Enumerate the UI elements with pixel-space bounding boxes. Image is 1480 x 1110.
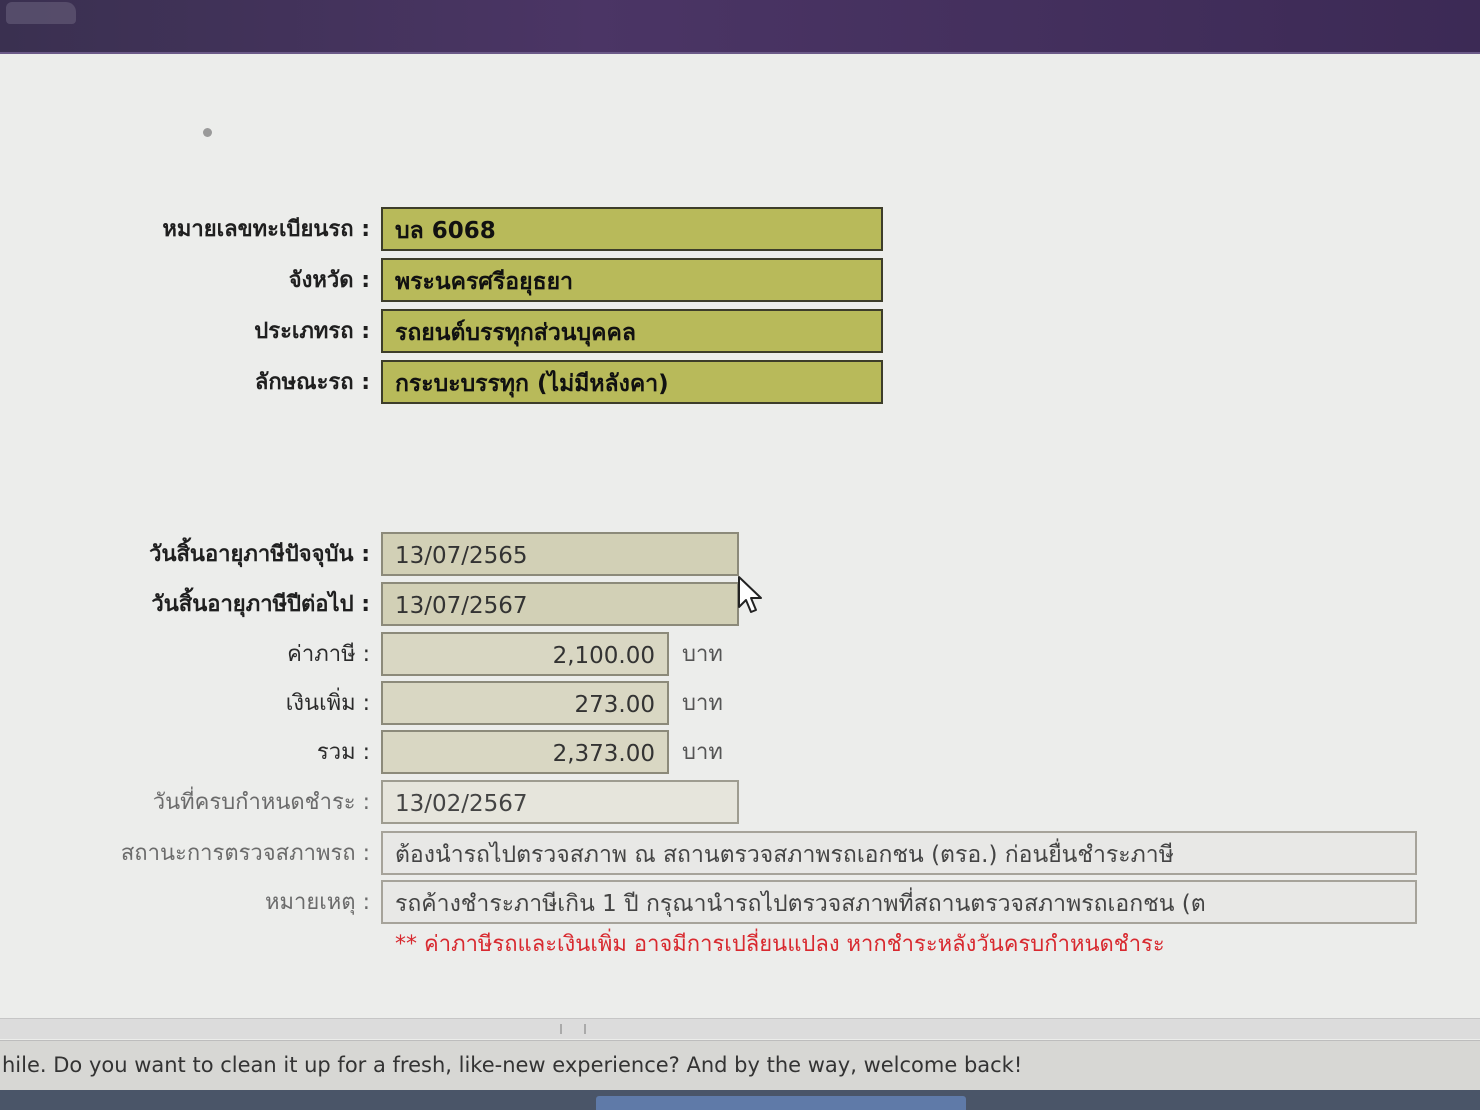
- mouse-pointer-icon: [738, 576, 762, 613]
- vehicle-type-label: ประเภทรถ :: [254, 319, 370, 344]
- taskbar-active-window[interactable]: [596, 1096, 966, 1110]
- current-expiry-field: 13/07/2565: [381, 532, 739, 576]
- vehicle-type-row: ประเภทรถ : รถยนต์บรรทุกส่วนบุคคล: [0, 309, 1480, 355]
- notification-bar: hile. Do you want to clean it up for a f…: [0, 1040, 1480, 1091]
- next-expiry-label: วันสิ้นอายุภาษีปีต่อไป :: [151, 592, 370, 617]
- taskbar: [0, 1090, 1480, 1110]
- tax-amount-field: 2,100.00: [381, 632, 669, 676]
- remark-row: หมายเหตุ : รถค้างชำระภาษีเกิน 1 ปี กรุณา…: [0, 880, 1480, 926]
- plate-field: บล 6068: [381, 207, 883, 251]
- tax-amount-unit: บาท: [682, 642, 723, 667]
- due-date-label: วันที่ครบกำหนดชำระ :: [152, 790, 370, 815]
- current-expiry-label: วันสิ้นอายุภาษีปัจจุบัน :: [149, 542, 370, 567]
- notification-text: hile. Do you want to clean it up for a f…: [2, 1053, 1023, 1077]
- inspection-field: ต้องนำรถไปตรวจสภาพ ณ สถานตรวจสภาพรถเอกชน…: [381, 831, 1417, 875]
- body-type-row: ลักษณะรถ : กระบะบรรทุก (ไม่มีหลังคา): [0, 360, 1480, 406]
- vehicle-type-field: รถยนต์บรรทุกส่วนบุคคล: [381, 309, 883, 353]
- scrollbar-grip[interactable]: [560, 1024, 586, 1034]
- body-type-label: ลักษณะรถ :: [254, 370, 370, 395]
- surcharge-label: เงินเพิ่ม :: [285, 691, 370, 716]
- current-expiry-row: วันสิ้นอายุภาษีปัจจุบัน : 13/07/2565: [0, 532, 1480, 578]
- plate-label: หมายเลขทะเบียนรถ :: [162, 217, 370, 242]
- fee-change-warning: ** ค่าภาษีรถและเงินเพิ่ม อาจมีการเปลี่ยน…: [395, 932, 1165, 957]
- tax-amount-label: ค่าภาษี :: [287, 642, 370, 667]
- car-logo-icon: [6, 2, 76, 24]
- total-unit: บาท: [682, 740, 723, 765]
- inspection-row: สถานะการตรวจสภาพรถ : ต้องนำรถไปตรวจสภาพ …: [0, 831, 1480, 877]
- next-expiry-field: 13/07/2567: [381, 582, 739, 626]
- inspection-label: สถานะการตรวจสภาพรถ :: [120, 841, 370, 866]
- remark-field: รถค้างชำระภาษีเกิน 1 ปี กรุณานำรถไปตรวจส…: [381, 880, 1417, 924]
- due-date-row: วันที่ครบกำหนดชำระ : 13/02/2567: [0, 780, 1480, 826]
- surcharge-row: เงินเพิ่ม : 273.00 บาท: [0, 681, 1480, 727]
- province-label: จังหวัด :: [288, 268, 370, 293]
- total-label: รวม :: [316, 740, 370, 765]
- body-type-field: กระบะบรรทุก (ไม่มีหลังคา): [381, 360, 883, 404]
- total-row: รวม : 2,373.00 บาท: [0, 730, 1480, 776]
- province-row: จังหวัด : พระนครศรีอยุธยา: [0, 258, 1480, 304]
- site-header-bar: [0, 0, 1480, 54]
- tax-amount-row: ค่าภาษี : 2,100.00 บาท: [0, 632, 1480, 678]
- total-field: 2,373.00: [381, 730, 669, 774]
- surcharge-field: 273.00: [381, 681, 669, 725]
- province-field: พระนครศรีอยุธยา: [381, 258, 883, 302]
- plate-row: หมายเลขทะเบียนรถ : บล 6068: [0, 207, 1480, 253]
- surcharge-unit: บาท: [682, 691, 723, 716]
- horizontal-scrollbar[interactable]: [0, 1018, 1480, 1039]
- bullet-dot: [203, 128, 212, 137]
- due-date-field: 13/02/2567: [381, 780, 739, 824]
- remark-label: หมายเหตุ :: [265, 890, 370, 915]
